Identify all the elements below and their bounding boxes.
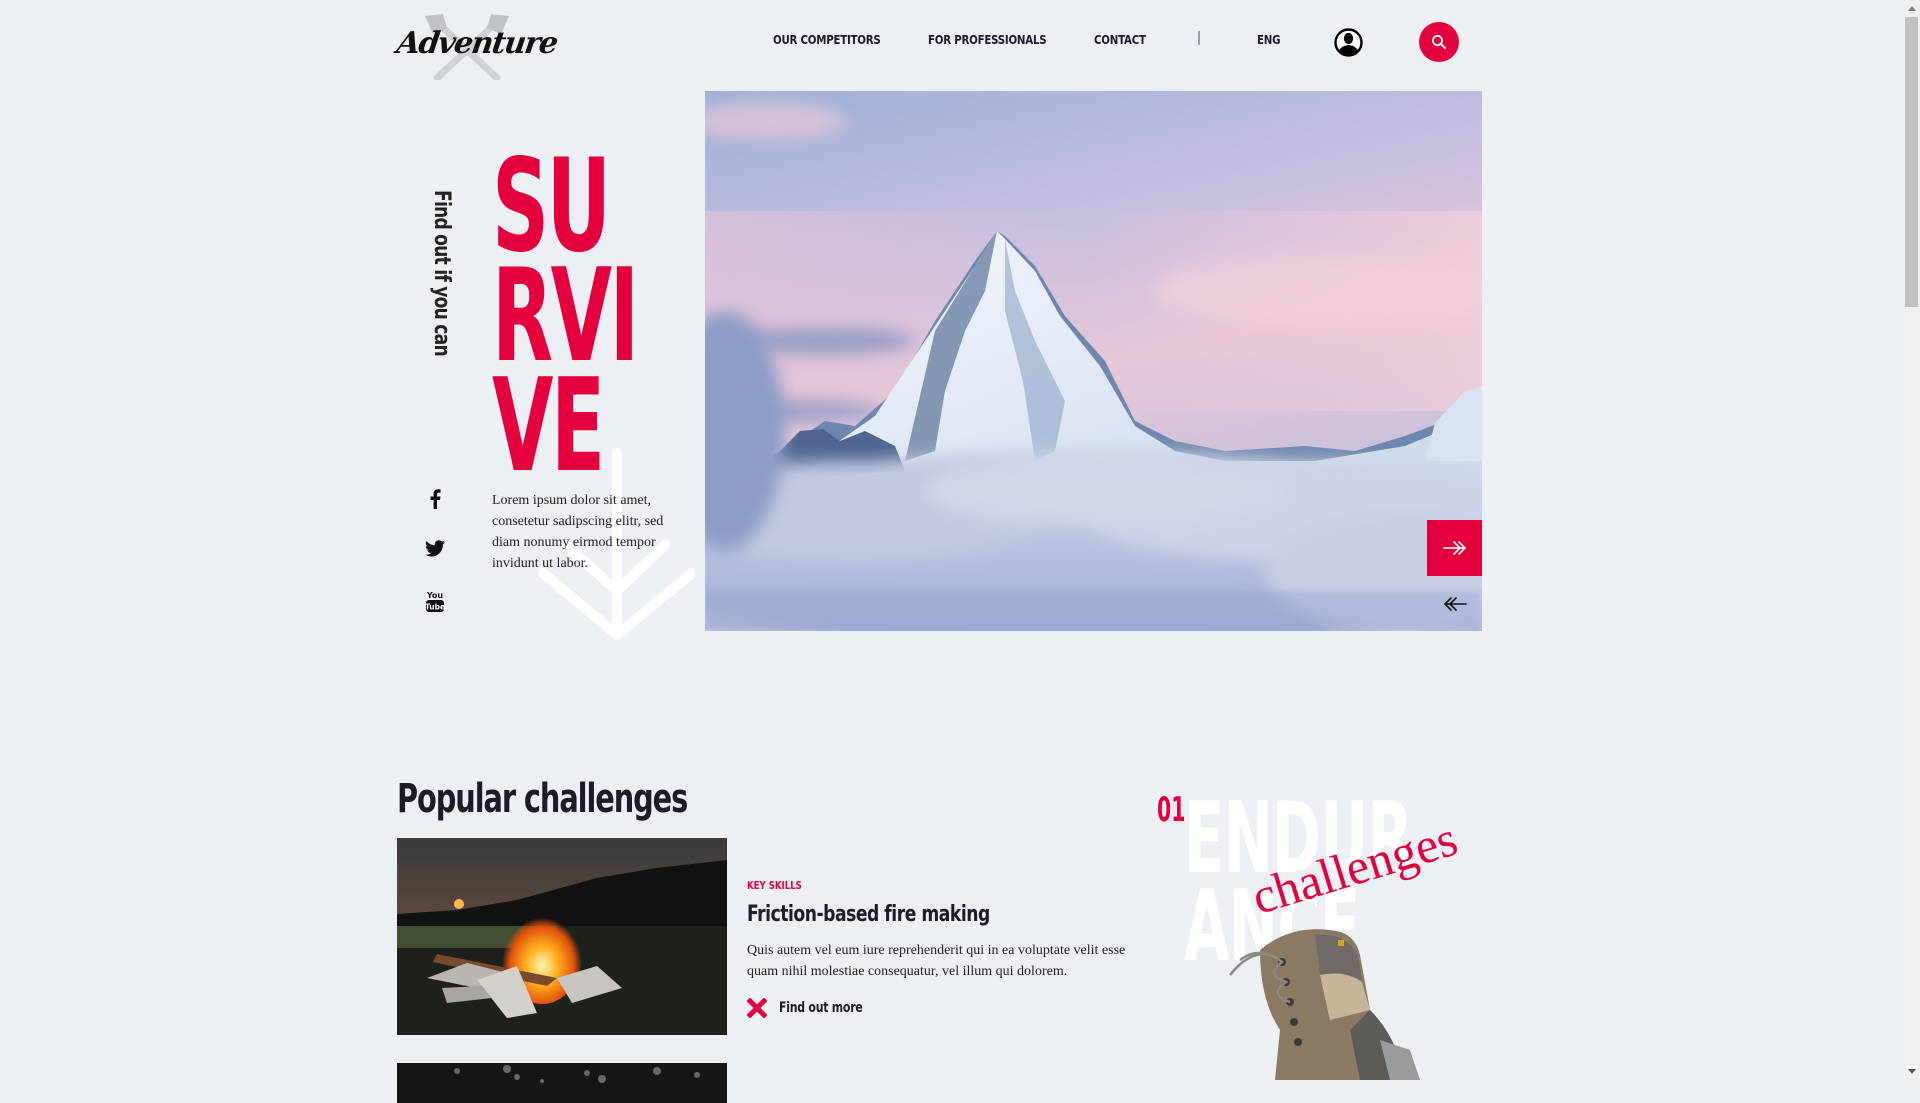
hero-title-line: VE [492, 352, 605, 501]
language-selector[interactable]: ENG [1257, 32, 1281, 47]
campfire-photo [397, 838, 727, 1035]
arrow-left-icon [1443, 596, 1467, 611]
user-circle-icon [1334, 28, 1363, 57]
campfire-image[interactable] [397, 838, 727, 1035]
feature-number: 01 [1157, 790, 1186, 830]
youtube-link[interactable]: You Tube [423, 589, 447, 613]
section-heading: Popular challenges [397, 776, 688, 822]
twitter-link[interactable] [423, 536, 447, 560]
scroll-thumb[interactable] [1905, 17, 1918, 307]
card-tag: KEY SKILLS [747, 879, 802, 892]
facebook-link[interactable] [423, 487, 447, 511]
scroll-up-icon [1907, 6, 1916, 11]
forest-image[interactable] [397, 1063, 727, 1103]
find-out-more-label: Find out more [779, 1000, 863, 1016]
logo[interactable]: Adventure [394, 12, 560, 80]
card-title[interactable]: Friction-based fire making [747, 902, 990, 927]
nav-our-competitors[interactable]: OUR COMPETITORS [773, 32, 881, 47]
logo-text: Adventure [394, 26, 560, 61]
hero-tagline: Find out if you can [429, 190, 454, 360]
youtube-icon: You Tube [425, 591, 445, 612]
boot-image [1229, 929, 1420, 1080]
mountain-image [705, 91, 1482, 631]
facebook-icon [430, 489, 441, 509]
page-scrollbar[interactable] [1903, 0, 1920, 1080]
user-account-button[interactable] [1334, 28, 1363, 57]
search-icon [1432, 35, 1446, 49]
find-out-more-link[interactable]: Find out more [747, 998, 886, 1018]
hero-image [705, 91, 1482, 631]
card-description: Quis autem vel eum iure reprehenderit qu… [747, 943, 1126, 979]
scroll-down-button[interactable] [1903, 1063, 1920, 1080]
hero-title: SU RVI VE [492, 143, 725, 501]
hero-tagline-text: Find out if you can [429, 190, 454, 356]
x-mark-icon [747, 998, 767, 1018]
forest-photo [454, 1065, 700, 1083]
scroll-down-icon [1907, 1069, 1916, 1074]
slider-prev-button[interactable] [1427, 576, 1482, 631]
arrow-right-icon [1442, 541, 1466, 555]
nav-for-professionals[interactable]: FOR PROFESSIONALS [928, 32, 1047, 47]
svg-text:You: You [426, 591, 444, 600]
svg-text:Tube: Tube [425, 603, 445, 612]
scroll-up-button[interactable] [1903, 0, 1920, 17]
slider-next-button[interactable] [1427, 520, 1482, 576]
nav-contact[interactable]: CONTACT [1094, 32, 1146, 47]
hero-description: Lorem ipsum dolor sit amet, consetetur s… [492, 493, 664, 571]
nav-divider [1198, 31, 1200, 45]
search-button[interactable] [1419, 22, 1459, 62]
twitter-icon [425, 539, 445, 556]
